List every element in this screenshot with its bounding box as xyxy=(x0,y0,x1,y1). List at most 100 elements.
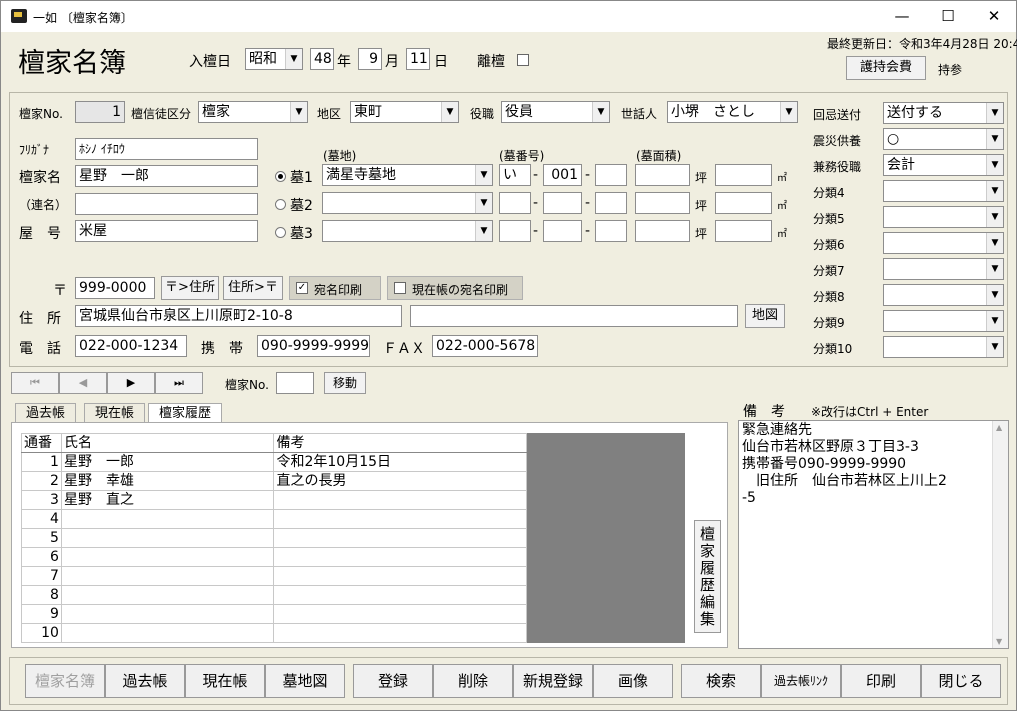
grave2-area[interactable] xyxy=(635,192,690,214)
renmei-input[interactable] xyxy=(75,193,258,215)
table-row[interactable]: 8 xyxy=(21,585,527,605)
grave1-sqm[interactable] xyxy=(715,164,772,186)
yago-input[interactable]: 米屋 xyxy=(75,220,258,242)
grave2-num3[interactable] xyxy=(595,192,627,214)
grave2-site-select[interactable]: ▼ xyxy=(322,192,493,214)
row-number[interactable]: 3 xyxy=(21,490,62,510)
grave1-radio[interactable] xyxy=(275,171,286,182)
postal-to-address-button[interactable]: 〒>住所 xyxy=(161,276,219,300)
grave1-area[interactable] xyxy=(635,164,690,186)
name-input[interactable]: 星野 一郎 xyxy=(75,165,258,187)
table-row[interactable]: 6 xyxy=(21,547,527,567)
notes-scrollbar[interactable]: ▲ ▼ xyxy=(992,421,1008,648)
class-select[interactable]: ○ ▼ xyxy=(883,128,1004,150)
grave2-sqm[interactable] xyxy=(715,192,772,214)
nav-danka-no-input[interactable] xyxy=(276,372,314,394)
last-record-button[interactable]: ⏭ xyxy=(155,372,203,394)
table-row[interactable]: 5 xyxy=(21,528,527,548)
move-button[interactable]: 移動 xyxy=(324,372,366,394)
grave3-num2[interactable] xyxy=(543,220,582,242)
search-button[interactable]: 検索 xyxy=(681,664,761,698)
row-note[interactable] xyxy=(273,623,527,643)
row-note[interactable]: 令和2年10月15日 xyxy=(273,452,527,472)
row-note[interactable] xyxy=(273,604,527,624)
grave3-sqm[interactable] xyxy=(715,220,772,242)
row-note[interactable] xyxy=(273,566,527,586)
row-number[interactable]: 8 xyxy=(21,585,62,605)
grave2-num2[interactable] xyxy=(543,192,582,214)
month-input[interactable]: 9 xyxy=(358,48,382,70)
row-number[interactable]: 1 xyxy=(21,452,62,472)
row-name[interactable] xyxy=(60,547,275,567)
gojikaihi-button[interactable]: 護持会費 xyxy=(846,56,926,80)
map-button[interactable]: 地図 xyxy=(745,304,785,328)
next-record-button[interactable]: ▶ xyxy=(107,372,155,394)
prev-record-button[interactable]: ◀ xyxy=(59,372,107,394)
kakocho-link-button[interactable]: 過去帳ﾘﾝｸ xyxy=(761,664,841,698)
row-name[interactable]: 星野 一郎 xyxy=(60,452,275,472)
table-row[interactable]: 3 星野 直之 xyxy=(21,490,527,510)
row-name[interactable]: 星野 幸雄 xyxy=(60,471,275,491)
tab-danka-rireki[interactable]: 檀家履歴 xyxy=(148,403,223,423)
year-input[interactable]: 48 xyxy=(310,48,334,70)
address-input[interactable]: 宮城県仙台市泉区上川原町2-10-8 xyxy=(75,305,402,327)
atena-print-toggle[interactable]: ✓ 宛名印刷 xyxy=(289,276,381,300)
class-select[interactable]: ▼ xyxy=(883,206,1004,228)
row-number[interactable]: 5 xyxy=(21,528,62,548)
grave1-num2[interactable]: 001 xyxy=(543,164,582,186)
row-name[interactable] xyxy=(60,509,275,529)
genzaicho-button[interactable]: 現在帳 xyxy=(185,664,265,698)
row-name[interactable] xyxy=(60,528,275,548)
danka-meibo-button[interactable]: 檀家名簿 xyxy=(25,664,105,698)
table-row[interactable]: 9 xyxy=(21,604,527,624)
class-select[interactable]: ▼ xyxy=(883,336,1004,358)
grave3-area[interactable] xyxy=(635,220,690,242)
close-button[interactable]: 閉じる xyxy=(921,664,1001,698)
fax-input[interactable]: 022-000-5678 xyxy=(432,335,538,357)
first-record-button[interactable]: ⏮ xyxy=(11,372,59,394)
table-row[interactable]: 4 xyxy=(21,509,527,529)
class-select[interactable]: ▼ xyxy=(883,310,1004,332)
class-select[interactable]: 会計 ▼ xyxy=(883,154,1004,176)
tab-genzaicho[interactable]: 現在帳 xyxy=(84,403,146,423)
postal-input[interactable]: 999-0000 xyxy=(75,277,155,299)
grave1-site-select[interactable]: 満星寺墓地 ▼ xyxy=(322,164,493,186)
row-note[interactable] xyxy=(273,585,527,605)
era-select[interactable]: 昭和 ▼ xyxy=(245,48,303,70)
row-note[interactable] xyxy=(273,528,527,548)
scroll-up-icon[interactable]: ▲ xyxy=(996,423,1002,432)
table-row[interactable]: 2 星野 幸雄 直之の長男 xyxy=(21,471,527,491)
class-select[interactable]: ▼ xyxy=(883,284,1004,306)
table-row[interactable]: 7 xyxy=(21,566,527,586)
grave2-num1[interactable] xyxy=(499,192,531,214)
sewanin-select[interactable]: 小堺 さとし ▼ xyxy=(667,101,798,123)
kakocho-button[interactable]: 過去帳 xyxy=(105,664,185,698)
bochizu-button[interactable]: 墓地図 xyxy=(265,664,345,698)
danshin-select[interactable]: 檀家 ▼ xyxy=(198,101,308,123)
rireki-edit-button[interactable]: 檀家履歴編集 xyxy=(694,520,721,633)
tab-kakocho[interactable]: 過去帳 xyxy=(15,403,77,423)
scroll-down-icon[interactable]: ▼ xyxy=(996,637,1002,646)
furigana-input[interactable]: ﾎｼﾉ ｲﾁﾛｳ xyxy=(75,138,258,160)
mobile-input[interactable]: 090-9999-9999 xyxy=(257,335,370,357)
table-row[interactable]: 10 xyxy=(21,623,527,643)
row-number[interactable]: 4 xyxy=(21,509,62,529)
row-name[interactable] xyxy=(60,623,275,643)
row-note[interactable] xyxy=(273,547,527,567)
notes-textarea[interactable]: 緊急連絡先 仙台市若林区野原３丁目3-3 携帯番号090-9999-9990 旧住所… xyxy=(738,420,1009,649)
grave1-num1[interactable]: い xyxy=(499,164,531,186)
close-window-button[interactable]: ✕ xyxy=(971,5,1017,27)
class-select[interactable]: ▼ xyxy=(883,258,1004,280)
address2-input[interactable] xyxy=(410,305,738,327)
maximize-button[interactable]: ☐ xyxy=(925,5,971,27)
delete-button[interactable]: 削除 xyxy=(433,664,513,698)
grave3-site-select[interactable]: ▼ xyxy=(322,220,493,242)
print-button[interactable]: 印刷 xyxy=(841,664,921,698)
day-input[interactable]: 11 xyxy=(406,48,430,70)
address-to-postal-button[interactable]: 住所>〒 xyxy=(223,276,283,300)
minimize-button[interactable]: — xyxy=(879,5,925,27)
row-note[interactable] xyxy=(273,490,527,510)
row-note[interactable] xyxy=(273,509,527,529)
row-name[interactable]: 星野 直之 xyxy=(60,490,275,510)
table-row[interactable]: 1 星野 一郎 令和2年10月15日 xyxy=(21,452,527,472)
